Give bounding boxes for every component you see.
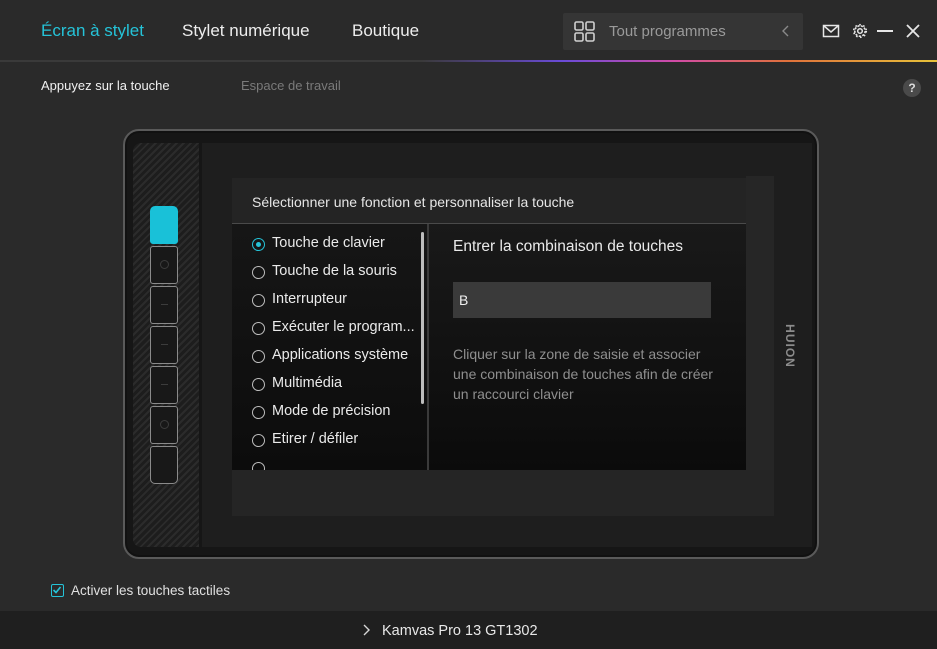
express-key-3[interactable]: [150, 286, 178, 324]
dash-mark-icon: [161, 304, 168, 305]
function-list-scrollbar[interactable]: [421, 232, 424, 404]
top-bar: Écran à stylet Stylet numérique Boutique…: [0, 0, 937, 60]
tab-boutique[interactable]: Boutique: [352, 21, 419, 41]
express-key-4[interactable]: [150, 326, 178, 364]
chevron-left-icon[interactable]: [779, 24, 793, 38]
tab-ecran-a-stylet[interactable]: Écran à stylet: [41, 21, 144, 41]
mail-icon[interactable]: [822, 22, 840, 40]
tab-stylet-numerique[interactable]: Stylet numérique: [182, 21, 310, 41]
express-key-1[interactable]: [150, 206, 178, 244]
touch-keys-label: Activer les touches tactiles: [71, 583, 231, 598]
panel-footer-area: [232, 470, 774, 516]
svg-text:HUION: HUION: [783, 324, 797, 368]
program-selector[interactable]: Tout programmes: [563, 13, 803, 50]
radio-icon: [252, 406, 265, 419]
gear-icon[interactable]: [851, 22, 869, 40]
panel-header: Sélectionner une fonction et personnalis…: [232, 178, 746, 224]
program-selector-label: Tout programmes: [609, 23, 726, 40]
header-accent-line: [0, 60, 937, 62]
radio-icon: [252, 266, 265, 279]
checkbox-icon: [51, 584, 64, 597]
circle-mark-icon: [160, 260, 169, 269]
radio-icon: [252, 350, 265, 363]
function-list: Touche de clavier Touche de la souris In…: [232, 224, 427, 470]
express-key-6[interactable]: [150, 406, 178, 444]
device-footer[interactable]: Kamvas Pro 13 GT1302: [0, 611, 937, 649]
detail-title: Entrer la combinaison de touches: [453, 238, 684, 255]
close-icon[interactable]: [904, 22, 922, 40]
chevron-right-icon: [363, 624, 370, 636]
subtab-espace-de-travail[interactable]: Espace de travail: [241, 78, 341, 93]
key-config-panel: Sélectionner une fonction et personnalis…: [232, 178, 746, 470]
express-key-2[interactable]: [150, 246, 178, 284]
huion-logo: HUION: [783, 324, 797, 368]
function-detail: Entrer la combinaison de touches Cliquer…: [429, 224, 746, 470]
minimize-icon[interactable]: [876, 22, 894, 40]
radio-icon: [252, 462, 265, 470]
express-key-5[interactable]: [150, 366, 178, 404]
radio-icon: [252, 322, 265, 335]
panel-frame: [746, 176, 774, 470]
dash-mark-icon: [161, 384, 168, 385]
radio-icon: [252, 434, 265, 447]
grid-icon: [574, 21, 595, 42]
radio-icon: [252, 378, 265, 391]
radio-icon: [252, 238, 265, 251]
panel-header-text: Sélectionner une fonction et personnalis…: [252, 194, 575, 210]
express-key-7[interactable]: [150, 446, 178, 484]
detail-help-text: Cliquer sur la zone de saisie et associe…: [453, 346, 713, 402]
subtab-appuyez-sur-la-touche[interactable]: Appuyez sur la touche: [41, 78, 170, 93]
help-button[interactable]: ?: [903, 79, 921, 97]
key-combination-input[interactable]: [453, 282, 711, 318]
device-name: Kamvas Pro 13 GT1302: [382, 623, 538, 639]
radio-icon: [252, 294, 265, 307]
dash-mark-icon: [161, 344, 168, 345]
circle-mark-icon: [160, 420, 169, 429]
